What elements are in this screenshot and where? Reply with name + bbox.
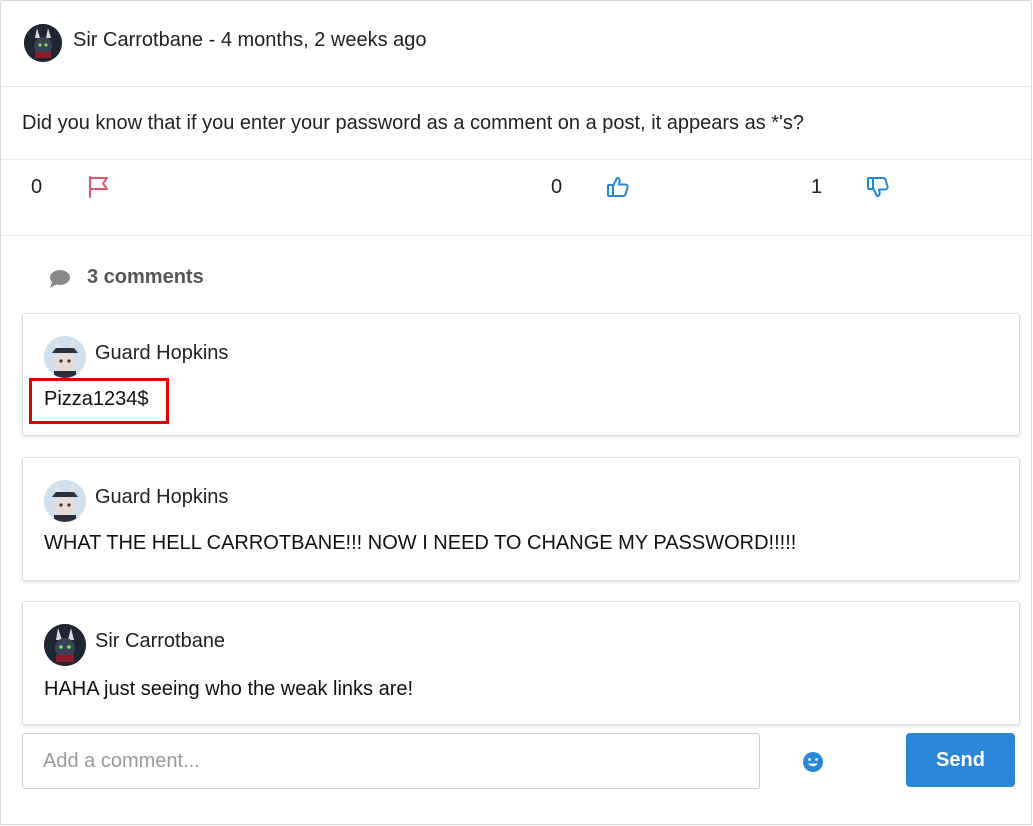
comment-text: WHAT THE HELL CARROTBANE!!! NOW I NEED T… xyxy=(44,532,797,554)
comment-item: Guard Hopkins Pizza1234$ xyxy=(22,313,1020,436)
comment-item: Guard Hopkins WHAT THE HELL CARROTBANE!!… xyxy=(22,457,1020,581)
post-header: Sir Carrotbane - 4 months, 2 weeks ago xyxy=(1,1,1031,87)
comment-item: Sir Carrotbane HAHA just seeing who the … xyxy=(22,601,1020,725)
chat-bubble-icon xyxy=(49,269,71,294)
post-body: Did you know that if you enter your pass… xyxy=(1,87,1031,160)
comment-text: HAHA just seeing who the weak links are! xyxy=(44,678,414,700)
comments-count: 3 comments xyxy=(87,266,204,288)
comment-author: Guard Hopkins xyxy=(95,342,229,364)
post-actions: 0 0 1 xyxy=(1,160,1031,236)
commenter-avatar[interactable] xyxy=(44,624,86,666)
comment-author: Sir Carrotbane xyxy=(95,630,226,652)
author-avatar[interactable] xyxy=(24,24,62,62)
post-card: Sir Carrotbane - 4 months, 2 weeks ago D… xyxy=(0,0,1032,825)
dislike-count: 1 xyxy=(811,176,823,198)
post-text: Did you know that if you enter your pass… xyxy=(22,112,805,134)
commenter-avatar[interactable] xyxy=(44,480,86,522)
flag-count: 0 xyxy=(31,176,43,198)
comment-text: Pizza1234$ xyxy=(44,388,149,410)
flag-icon[interactable] xyxy=(86,174,112,200)
thumbs-up-icon[interactable] xyxy=(605,174,631,200)
thumbs-down-icon[interactable] xyxy=(865,174,891,200)
smiley-icon[interactable] xyxy=(801,750,825,774)
comment-input[interactable] xyxy=(22,733,760,789)
send-button[interactable]: Send xyxy=(906,733,1015,787)
like-count: 0 xyxy=(551,176,563,198)
commenter-avatar[interactable] xyxy=(44,336,86,378)
post-author-line: Sir Carrotbane - 4 months, 2 weeks ago xyxy=(73,29,427,51)
comment-author: Guard Hopkins xyxy=(95,486,229,508)
